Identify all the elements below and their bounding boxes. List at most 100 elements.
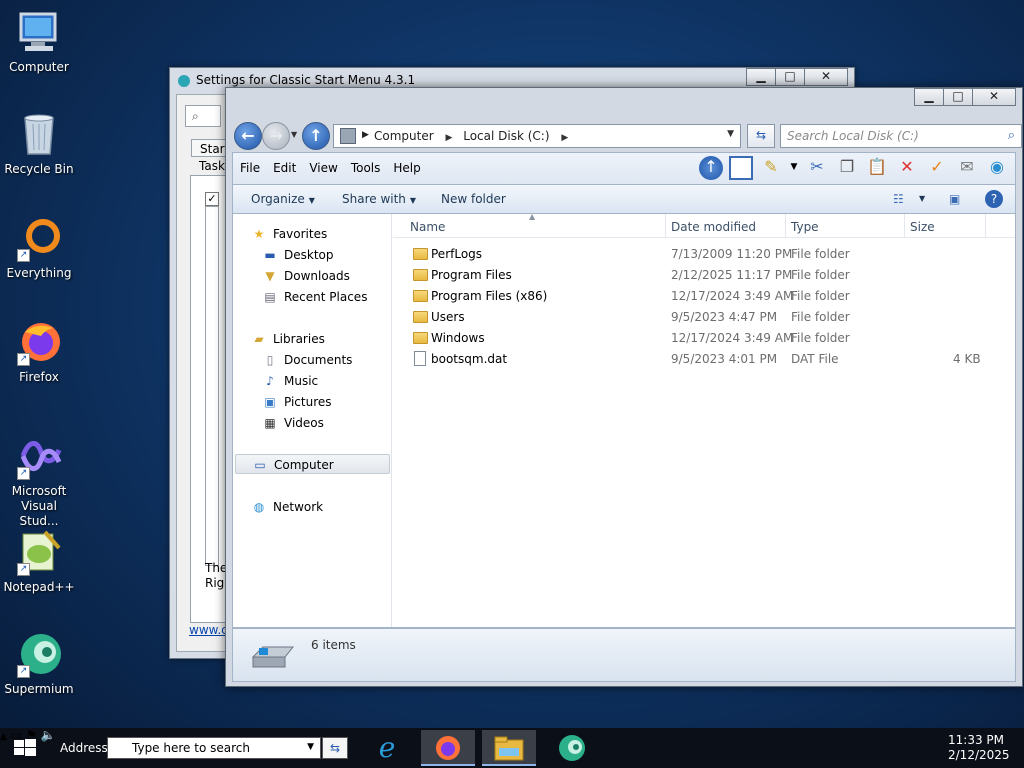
close-button[interactable]: ✕ bbox=[804, 68, 848, 86]
breadcrumb-separator-icon[interactable]: ▶ bbox=[362, 130, 369, 140]
navigation-pane-icon[interactable] bbox=[729, 156, 753, 180]
file-row-users[interactable]: Users 9/5/2023 4:47 PM File folder bbox=[393, 307, 1015, 328]
cut-icon[interactable]: ✂ bbox=[805, 156, 829, 180]
nav-documents[interactable]: ▯ Documents bbox=[233, 350, 392, 370]
view-options-icon[interactable]: ☷ bbox=[893, 192, 904, 206]
settings-window-title: Settings for Classic Start Menu 4.3.1 bbox=[196, 73, 416, 87]
taskbar-firefox-icon[interactable] bbox=[421, 730, 475, 766]
up-button[interactable]: ↑ bbox=[302, 122, 330, 150]
settings-checkbox[interactable]: ✓ bbox=[205, 192, 219, 206]
settings-search-box[interactable]: ⌕ bbox=[185, 105, 221, 127]
chevron-down-icon[interactable]: ▼ bbox=[307, 742, 314, 752]
nav-favorites[interactable]: ★ Favorites bbox=[233, 224, 392, 244]
search-input[interactable]: Search Local Disk (C:) ⌕ bbox=[780, 124, 1022, 148]
breadcrumb-computer[interactable]: Computer bbox=[374, 129, 434, 143]
file-row-program-files[interactable]: Program Files 2/12/2025 11:17 PM File fo… bbox=[393, 265, 1015, 286]
nav-pictures[interactable]: ▣ Pictures bbox=[233, 392, 392, 412]
desktop-icon-everything[interactable]: ↗ Everything bbox=[0, 214, 78, 281]
desktop-icon-label: Notepad++ bbox=[3, 580, 75, 594]
file-row-windows[interactable]: Windows 12/17/2024 3:49 AM File folder bbox=[393, 328, 1015, 349]
taskbar-explorer-icon[interactable] bbox=[482, 730, 536, 766]
options-dropdown-icon[interactable]: ▼ bbox=[789, 156, 799, 180]
desktop-icon-recycle-bin[interactable]: Recycle Bin bbox=[0, 110, 78, 177]
forward-button[interactable]: → bbox=[262, 122, 290, 150]
explorer-body: ★ Favorites ▬ Desktop ▼ Downloads ▤ Recent P… bbox=[232, 212, 1016, 628]
menu-file[interactable]: File bbox=[233, 153, 266, 175]
taskbar-ie-icon[interactable]: e bbox=[360, 730, 414, 766]
clock-date: 2/12/2025 bbox=[948, 748, 1010, 762]
email-icon[interactable]: ✉ bbox=[955, 156, 979, 180]
column-name[interactable]: Name bbox=[410, 220, 445, 234]
file-row-bootsqm[interactable]: bootsqm.dat 9/5/2023 4:01 PM DAT File 4 … bbox=[393, 349, 1015, 370]
column-date-modified[interactable]: Date modified bbox=[671, 220, 756, 234]
menu-view[interactable]: View bbox=[302, 153, 343, 175]
preview-pane-icon[interactable]: ▣ bbox=[949, 192, 960, 206]
desktop-icon-supermium[interactable]: ↗ Supermium bbox=[0, 630, 78, 697]
nav-computer[interactable]: ▭ Computer bbox=[235, 454, 390, 474]
up-folder-icon[interactable]: ↑ bbox=[699, 156, 723, 180]
column-size[interactable]: Size bbox=[910, 220, 935, 234]
settings-globe-icon[interactable]: ◉ bbox=[985, 156, 1009, 180]
taskbar-search-input[interactable]: Type here to search ▼ bbox=[107, 737, 321, 759]
properties-icon[interactable]: ✓ bbox=[925, 156, 949, 180]
new-folder-button[interactable]: New folder bbox=[441, 192, 506, 206]
start-button[interactable] bbox=[14, 739, 36, 757]
file-row-perflogs[interactable]: PerfLogs 7/13/2009 11:20 PM File folder bbox=[393, 244, 1015, 265]
minimize-button[interactable]: ▁ bbox=[746, 68, 776, 86]
delete-icon[interactable]: ✕ bbox=[895, 156, 919, 180]
settings-website-link[interactable]: www.c bbox=[189, 623, 228, 637]
column-divider[interactable] bbox=[985, 214, 986, 238]
breadcrumb-separator-icon[interactable]: ▶ bbox=[445, 133, 452, 143]
view-dropdown-icon[interactable]: ▼ bbox=[919, 194, 925, 203]
nav-videos[interactable]: ▦ Videos bbox=[233, 413, 392, 433]
nav-downloads[interactable]: ▼ Downloads bbox=[233, 266, 392, 286]
nav-desktop[interactable]: ▬ Desktop bbox=[233, 245, 392, 265]
share-with-label: Share with bbox=[342, 192, 406, 206]
menu-help[interactable]: Help bbox=[386, 153, 426, 175]
file-row-program-files-x86[interactable]: Program Files (x86) 12/17/2024 3:49 AM F… bbox=[393, 286, 1015, 307]
maximize-button[interactable]: □ bbox=[775, 68, 805, 86]
desktop-icon-label: Recycle Bin bbox=[4, 162, 74, 176]
share-with-button[interactable]: Share with ▼ bbox=[342, 192, 416, 206]
refresh-button[interactable]: ⇆ bbox=[747, 124, 775, 148]
column-divider[interactable] bbox=[665, 214, 666, 238]
menu-tools[interactable]: Tools bbox=[344, 153, 387, 175]
breadcrumb-separator-icon[interactable]: ▶ bbox=[561, 133, 568, 143]
maximize-button[interactable]: □ bbox=[943, 88, 973, 106]
taskbar-clock[interactable]: 11:33 PM 2/12/2025 bbox=[948, 733, 1010, 763]
menu-edit[interactable]: Edit bbox=[266, 153, 302, 175]
address-box[interactable]: ▶ Computer ▶ Local Disk (C:) ▶ ▼ bbox=[333, 124, 741, 148]
nav-network[interactable]: ◍ Network bbox=[233, 497, 392, 517]
nav-recent-places[interactable]: ▤ Recent Places bbox=[233, 287, 392, 307]
address-dropdown-icon[interactable]: ▼ bbox=[727, 129, 734, 139]
explorer-window[interactable]: ▁ □ ✕ ← → ▼ ↑ ▶ Computer ▶ Local Disk (C… bbox=[225, 87, 1023, 687]
desktop-icon-computer[interactable]: Computer bbox=[0, 8, 78, 75]
shortcut-arrow-icon: ↗ bbox=[17, 467, 30, 480]
desktop-icon-firefox[interactable]: ↗ Firefox bbox=[0, 318, 78, 385]
volume-muted-icon[interactable]: 🔈 bbox=[41, 728, 56, 742]
breadcrumb-local-disk[interactable]: Local Disk (C:) bbox=[463, 129, 549, 143]
minimize-button[interactable]: ▁ bbox=[914, 88, 944, 106]
nav-libraries[interactable]: ▰ Libraries bbox=[233, 329, 392, 349]
help-icon[interactable]: ? bbox=[985, 190, 1003, 208]
desktop-icon-visual-studio[interactable]: ↗ Microsoft Visual Stud... bbox=[0, 432, 78, 529]
recent-pages-dropdown-icon[interactable]: ▼ bbox=[291, 130, 297, 139]
desktop-icon-notepadpp[interactable]: ↗ Notepad++ bbox=[0, 528, 78, 595]
taskbar-supermium-icon[interactable] bbox=[545, 730, 599, 766]
recent-places-icon: ▤ bbox=[264, 290, 276, 304]
back-button[interactable]: ← bbox=[234, 122, 262, 150]
paste-icon[interactable]: 📋 bbox=[865, 156, 889, 180]
taskbar-go-button[interactable]: ⇆ bbox=[322, 737, 348, 759]
nav-music[interactable]: ♪ Music bbox=[233, 371, 392, 391]
search-placeholder: Search Local Disk (C:) bbox=[787, 129, 919, 143]
file-date: 2/12/2025 11:17 PM bbox=[671, 268, 793, 282]
folder-options-icon[interactable]: ✎ bbox=[759, 156, 783, 180]
copy-icon[interactable]: ❐ bbox=[835, 156, 859, 180]
nav-label: Desktop bbox=[284, 248, 334, 262]
organize-button[interactable]: Organize ▼ bbox=[251, 192, 315, 206]
close-button[interactable]: ✕ bbox=[972, 88, 1016, 106]
column-divider[interactable] bbox=[785, 214, 786, 238]
column-type[interactable]: Type bbox=[791, 220, 819, 234]
tray-overflow-icon[interactable]: ▲ bbox=[0, 732, 7, 742]
column-divider[interactable] bbox=[904, 214, 905, 238]
